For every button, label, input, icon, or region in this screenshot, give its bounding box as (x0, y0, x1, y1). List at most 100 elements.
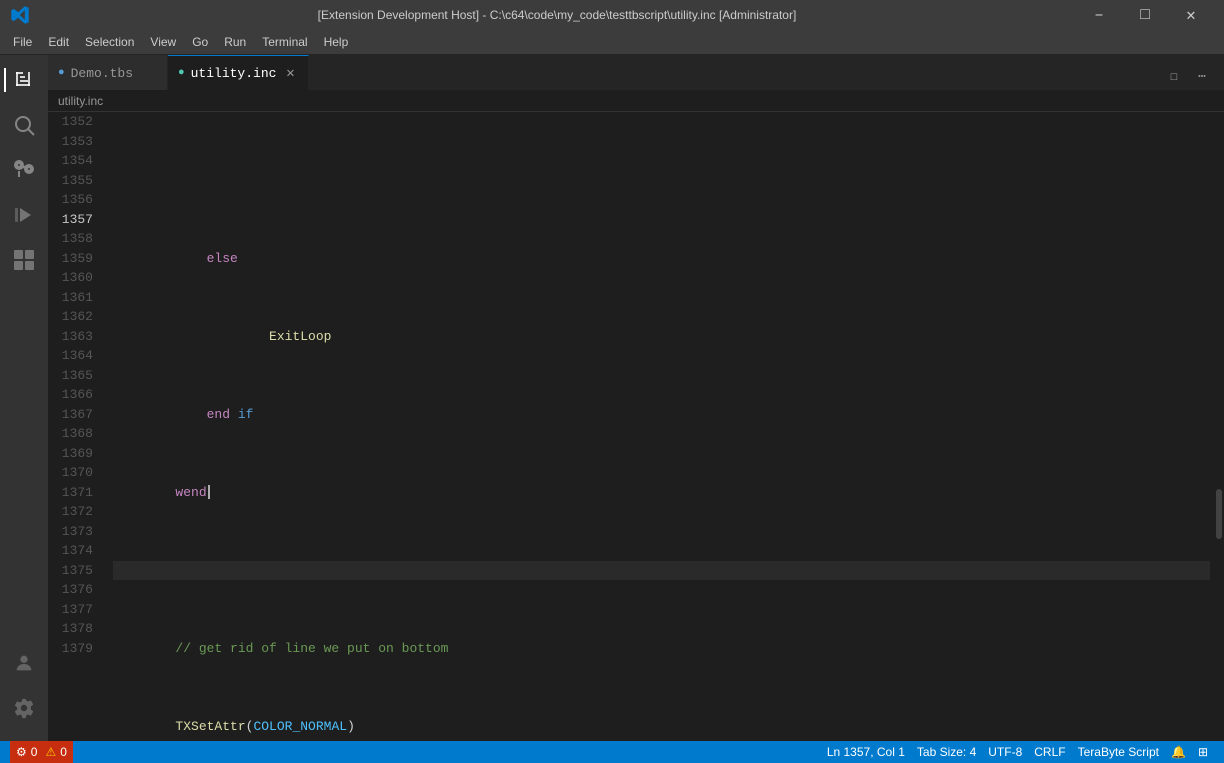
title-bar: [Extension Development Host] - C:\c64\co… (0, 0, 1224, 30)
line-1364: 1364 (48, 346, 93, 366)
tab-actions: ☐ ⋯ (1160, 62, 1224, 90)
line-1365: 1365 (48, 366, 93, 386)
line-1373: 1373 (48, 522, 93, 542)
code-line-1358: // get rid of line we put on bottom (113, 639, 1210, 659)
cursor-position-text: Ln 1357, Col 1 (827, 745, 905, 759)
tab-size-text: Tab Size: 4 (917, 745, 976, 759)
status-right: Ln 1357, Col 1 Tab Size: 4 UTF-8 CRLF Te… (821, 741, 1214, 763)
line-1376: 1376 (48, 580, 93, 600)
line-1356: 1356 (48, 190, 93, 210)
menu-terminal[interactable]: Terminal (254, 33, 315, 51)
extensions-activity-icon[interactable] (4, 240, 44, 280)
line-1360: 1360 (48, 268, 93, 288)
status-left: ⚙ 0 ⚠ 0 (10, 741, 73, 763)
activity-bar-bottom (4, 643, 44, 741)
status-tab-size[interactable]: Tab Size: 4 (911, 741, 982, 763)
status-encoding[interactable]: UTF-8 (982, 741, 1028, 763)
line-1379: 1379 (48, 639, 93, 659)
status-warning-count: 0 (60, 745, 67, 759)
activity-bar (0, 55, 48, 741)
code-line-1354: ExitLoop (113, 327, 1210, 347)
menu-run[interactable]: Run (216, 33, 254, 51)
menu-bar: File Edit Selection View Go Run Terminal… (0, 30, 1224, 55)
more-actions-button[interactable]: ⋯ (1188, 62, 1216, 90)
status-cursor-position[interactable]: Ln 1357, Col 1 (821, 741, 911, 763)
menu-view[interactable]: View (142, 33, 184, 51)
line-1370: 1370 (48, 463, 93, 483)
notification-bell-icon: 🔔 (1171, 745, 1186, 759)
line-1369: 1369 (48, 444, 93, 464)
layout-icon: ⊞ (1198, 745, 1208, 759)
status-line-ending[interactable]: CRLF (1028, 741, 1071, 763)
explorer-activity-icon[interactable] (4, 60, 44, 100)
line-1355: 1355 (48, 171, 93, 191)
line-1371: 1371 (48, 483, 93, 503)
status-notifications[interactable]: 🔔 (1165, 741, 1192, 763)
tab-utility-inc-icon: ● (178, 67, 185, 79)
code-line-1356: wend (113, 483, 1210, 503)
tab-demo-tbs[interactable]: ● Demo.tbs (48, 55, 168, 90)
line-1375: 1375 (48, 561, 93, 581)
line-1368: 1368 (48, 424, 93, 444)
line-1362: 1362 (48, 307, 93, 327)
menu-edit[interactable]: Edit (40, 33, 77, 51)
line-1378: 1378 (48, 619, 93, 639)
line-1354: 1354 (48, 151, 93, 171)
source-control-activity-icon[interactable] (4, 150, 44, 190)
tab-utility-inc[interactable]: ● utility.inc ✕ (168, 55, 309, 90)
vscode-logo (10, 5, 30, 25)
code-line-1352 (113, 171, 1210, 191)
line-1352: 1352 (48, 112, 93, 132)
line-1367: 1367 (48, 405, 93, 425)
status-layout[interactable]: ⊞ (1192, 741, 1214, 763)
scrollbar-thumb[interactable] (1216, 489, 1222, 539)
account-activity-icon[interactable] (4, 643, 44, 683)
window-controls[interactable]: – □ ✕ (1076, 0, 1214, 30)
close-button[interactable]: ✕ (1168, 0, 1214, 30)
breadcrumb-file: utility.inc (58, 94, 103, 108)
menu-file[interactable]: File (5, 33, 40, 51)
status-error-count: 0 (31, 745, 38, 759)
code-editor[interactable]: 1352 1353 1354 1355 1356 1357 1358 1359 … (48, 112, 1224, 741)
title-text: [Extension Development Host] - C:\c64\co… (38, 8, 1076, 22)
line-1374: 1374 (48, 541, 93, 561)
minimize-button[interactable]: – (1076, 0, 1122, 30)
line-numbers: 1352 1353 1354 1355 1356 1357 1358 1359 … (48, 112, 103, 741)
code-line-1357 (113, 561, 1210, 581)
tab-bar: ● Demo.tbs ● utility.inc ✕ ☐ ⋯ (48, 55, 1224, 90)
line-1353: 1353 (48, 132, 93, 152)
menu-help[interactable]: Help (316, 33, 357, 51)
main-layout: ● Demo.tbs ● utility.inc ✕ ☐ ⋯ utility.i… (0, 55, 1224, 741)
status-language[interactable]: TeraByte Script (1072, 741, 1165, 763)
settings-activity-icon[interactable] (4, 688, 44, 728)
line-1357: 1357 (48, 210, 93, 230)
search-activity-icon[interactable] (4, 105, 44, 145)
tab-utility-inc-label: utility.inc (191, 66, 277, 81)
code-content: else ExitLoop end if wend (103, 112, 1210, 741)
tab-demo-tbs-label: Demo.tbs (71, 66, 133, 81)
warning-status-icon: ⚠ (45, 745, 56, 759)
menu-go[interactable]: Go (184, 33, 216, 51)
line-1377: 1377 (48, 600, 93, 620)
line-1361: 1361 (48, 288, 93, 308)
code-line-1353: else (113, 249, 1210, 269)
tab-demo-tbs-icon: ● (58, 67, 65, 79)
language-text: TeraByte Script (1078, 745, 1159, 759)
code-line-1359: TXSetAttr(COLOR_NORMAL) (113, 717, 1210, 737)
editor-area: ● Demo.tbs ● utility.inc ✕ ☐ ⋯ utility.i… (48, 55, 1224, 741)
tab-utility-inc-close[interactable]: ✕ (282, 65, 298, 81)
menu-selection[interactable]: Selection (77, 33, 142, 51)
line-1366: 1366 (48, 385, 93, 405)
run-debug-activity-icon[interactable] (4, 195, 44, 235)
code-line-1355: end if (113, 405, 1210, 425)
line-1358: 1358 (48, 229, 93, 249)
line-1359: 1359 (48, 249, 93, 269)
status-errors[interactable]: ⚙ 0 ⚠ 0 (10, 741, 73, 763)
settings-status-icon: ⚙ (16, 745, 27, 759)
maximize-button[interactable]: □ (1122, 0, 1168, 30)
status-bar: ⚙ 0 ⚠ 0 Ln 1357, Col 1 Tab Size: 4 UTF-8… (0, 741, 1224, 763)
line-1372: 1372 (48, 502, 93, 522)
split-editor-button[interactable]: ☐ (1160, 62, 1188, 90)
scrollbar-track[interactable] (1210, 112, 1224, 741)
encoding-text: UTF-8 (988, 745, 1022, 759)
